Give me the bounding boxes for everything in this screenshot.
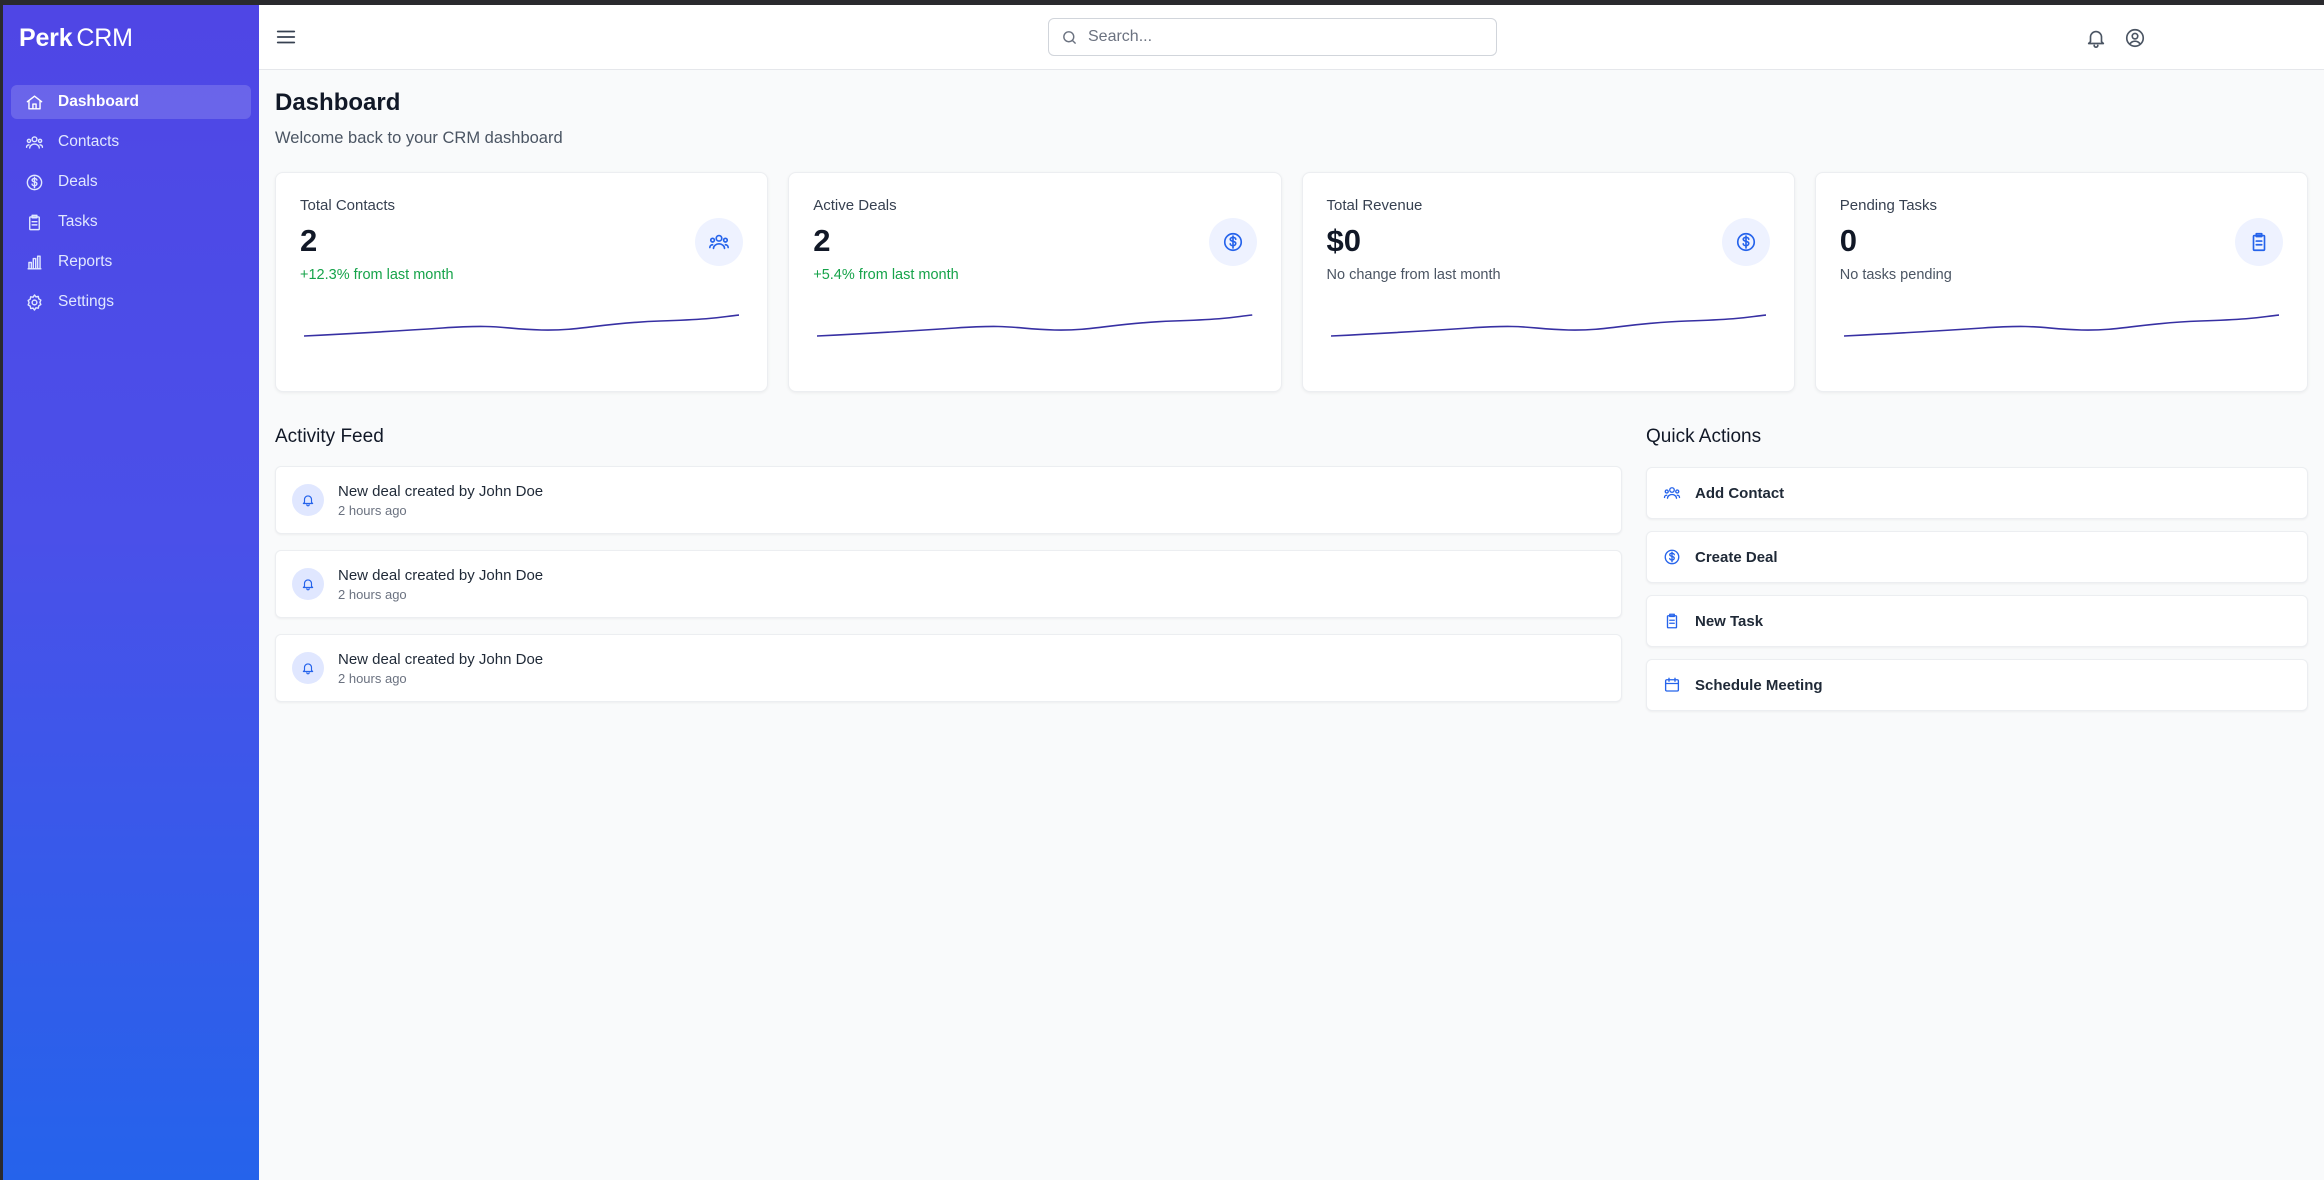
sidebar-nav: Dashboard Contacts Deals Tasks Reports S… xyxy=(3,69,259,319)
brand-suffix: CRM xyxy=(76,24,133,52)
sparkline xyxy=(1330,313,1766,339)
app-window: Perk CRM Dashboard Contacts Deals Tasks R… xyxy=(3,5,2324,1180)
activity-icon-badge xyxy=(292,484,324,516)
clipboard-icon xyxy=(29,214,40,230)
new-task-button[interactable]: New Task xyxy=(1646,595,2308,647)
schedule-meeting-button[interactable]: Schedule Meeting xyxy=(1646,659,2308,711)
bell-icon xyxy=(302,495,314,507)
stat-change: No tasks pending xyxy=(1839,267,1952,283)
users-icon xyxy=(709,234,730,250)
stat-icon-badge xyxy=(2235,218,2283,266)
activity-item[interactable]: New deal created by John Doe 2 hours ago xyxy=(275,634,1622,702)
stat-card-pending-tasks: Pending Tasks 0 No tasks pending xyxy=(1814,172,2308,392)
lower-section: Activity Feed New deal created by John D… xyxy=(275,426,2308,711)
activity-time: 2 hours ago xyxy=(338,670,407,686)
search-box[interactable] xyxy=(1048,18,1497,56)
stat-value: $0 xyxy=(1326,223,1361,258)
stat-label: Total Contacts xyxy=(300,197,396,214)
users-icon xyxy=(1663,487,1681,499)
activity-text: New deal created by John Doe xyxy=(338,566,544,584)
stat-change: +12.3% from last month xyxy=(300,267,454,283)
sidebar-item-tasks[interactable]: Tasks xyxy=(11,205,251,239)
quick-actions-title: Quick Actions xyxy=(1646,426,1762,447)
stat-value: 2 xyxy=(300,223,318,258)
sidebar-item-deals[interactable]: Deals xyxy=(11,165,251,199)
activity-feed-title: Activity Feed xyxy=(275,426,384,447)
sparkline xyxy=(304,313,740,339)
bar-chart-icon xyxy=(27,254,42,270)
sidebar: Perk CRM Dashboard Contacts Deals Tasks R… xyxy=(3,5,259,1180)
quick-action-label: New Task xyxy=(1695,612,1764,630)
activity-item[interactable]: New deal created by John Doe 2 hours ago xyxy=(275,466,1622,534)
stat-value: 0 xyxy=(1839,223,1857,258)
stat-card-total-contacts: Total Contacts 2 +12.3% from last month xyxy=(275,172,769,392)
activity-item[interactable]: New deal created by John Doe 2 hours ago xyxy=(275,550,1622,618)
dollar-icon xyxy=(1223,232,1242,252)
calendar-icon xyxy=(1664,677,1680,692)
menu-icon[interactable] xyxy=(275,26,297,48)
stat-icon-badge xyxy=(1208,218,1257,266)
main-area: Dashboard Welcome back to your CRM dashb… xyxy=(259,5,2324,1180)
stat-label: Total Revenue xyxy=(1326,197,1423,214)
sidebar-item-dashboard[interactable]: Dashboard xyxy=(11,85,251,119)
stat-card-total-revenue: Total Revenue $0 No change from last mon… xyxy=(1301,172,1795,392)
quick-action-label: Create Deal xyxy=(1695,548,1778,566)
sidebar-item-label: Deals xyxy=(58,173,98,190)
top-bar xyxy=(259,5,2324,70)
create-deal-button[interactable]: Create Deal xyxy=(1646,531,2308,583)
activity-icon-badge xyxy=(292,652,324,684)
sidebar-item-label: Tasks xyxy=(58,213,98,230)
sidebar-item-reports[interactable]: Reports xyxy=(11,245,251,279)
bell-icon[interactable] xyxy=(2085,27,2107,49)
stat-change: No change from last month xyxy=(1326,267,1501,283)
brand-logo[interactable]: Perk CRM xyxy=(3,5,259,69)
sparkline xyxy=(817,313,1253,339)
activity-feed: Activity Feed New deal created by John D… xyxy=(275,426,1622,711)
stat-icon-badge xyxy=(1721,218,1770,266)
bell-icon xyxy=(302,579,314,591)
sidebar-item-settings[interactable]: Settings xyxy=(11,285,251,319)
users-icon xyxy=(25,135,44,149)
dashboard-content: Dashboard Welcome back to your CRM dashb… xyxy=(259,70,2324,711)
stat-card-active-deals: Active Deals 2 +5.4% from last month xyxy=(788,172,1282,392)
activity-time: 2 hours ago xyxy=(338,502,407,518)
user-circle-icon[interactable] xyxy=(2124,27,2146,49)
sidebar-item-label: Reports xyxy=(58,253,113,270)
bell-icon xyxy=(302,663,314,675)
home-icon xyxy=(26,94,43,110)
clipboard-icon xyxy=(2252,232,2266,252)
stats-row: Total Contacts 2 +12.3% from last month … xyxy=(275,172,2308,392)
activity-time: 2 hours ago xyxy=(338,586,407,602)
stat-value: 2 xyxy=(813,223,831,258)
activity-text: New deal created by John Doe xyxy=(338,482,544,500)
sidebar-item-label: Dashboard xyxy=(58,93,139,110)
quick-action-label: Add Contact xyxy=(1695,484,1785,502)
dollar-icon xyxy=(1664,549,1680,565)
dollar-icon xyxy=(26,174,43,190)
sidebar-item-label: Settings xyxy=(58,293,115,310)
search-icon xyxy=(1063,30,1076,44)
add-contact-button[interactable]: Add Contact xyxy=(1646,467,2308,519)
quick-action-label: Schedule Meeting xyxy=(1695,676,1823,694)
sidebar-item-contacts[interactable]: Contacts xyxy=(11,125,251,159)
dollar-icon xyxy=(1736,232,1755,252)
search-input[interactable] xyxy=(1088,28,1468,46)
gear-icon xyxy=(27,293,42,311)
page-title: Dashboard xyxy=(275,89,401,116)
activity-text: New deal created by John Doe xyxy=(338,650,544,668)
stat-change: +5.4% from last month xyxy=(813,267,959,283)
page-subtitle: Welcome back to your CRM dashboard xyxy=(275,129,563,147)
stat-label: Active Deals xyxy=(813,197,897,214)
stat-icon-badge xyxy=(695,218,744,266)
brand-name: Perk xyxy=(19,24,73,52)
sparkline xyxy=(1843,313,2279,339)
quick-actions: Quick Actions Add Contact Create Deal Ne… xyxy=(1646,426,2308,711)
stat-label: Pending Tasks xyxy=(1839,197,1938,214)
activity-icon-badge xyxy=(292,568,324,600)
clipboard-icon xyxy=(1666,613,1678,629)
sidebar-item-label: Contacts xyxy=(58,133,120,150)
